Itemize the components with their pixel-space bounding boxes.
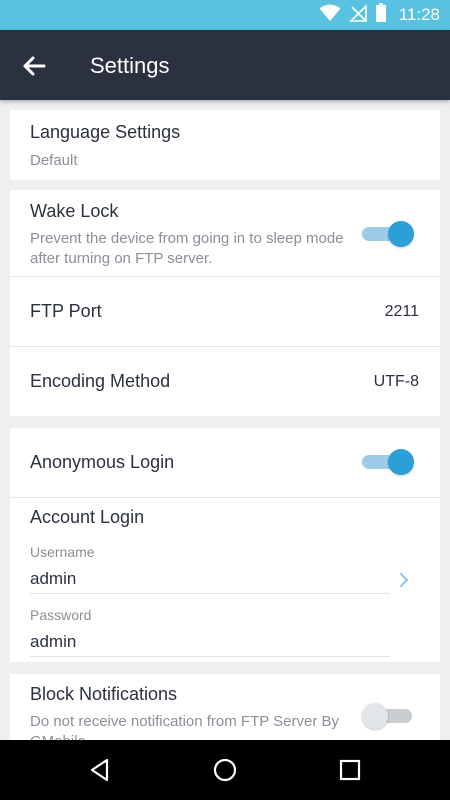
ftp-port-row[interactable]: FTP Port 2211 bbox=[10, 277, 440, 346]
language-settings-value: Default bbox=[30, 152, 78, 169]
block-notifications-description: Do not receive notification from FTP Ser… bbox=[30, 713, 340, 740]
language-settings-title: Language Settings bbox=[30, 122, 181, 142]
status-bar: 11:28 bbox=[0, 0, 450, 30]
square-recent-icon bbox=[339, 759, 361, 781]
username-input[interactable] bbox=[30, 564, 390, 594]
username-label: Username bbox=[30, 544, 95, 560]
anonymous-login-toggle[interactable] bbox=[362, 448, 418, 476]
triangle-back-icon bbox=[90, 758, 109, 782]
wifi-icon bbox=[319, 4, 341, 27]
block-notifications-card[interactable]: Block Notifications Do not receive notif… bbox=[10, 674, 440, 740]
nav-home-button[interactable] bbox=[210, 755, 240, 785]
account-login-title: Account Login bbox=[30, 507, 145, 527]
page-title: Settings bbox=[90, 53, 170, 78]
toggle-thumb bbox=[362, 703, 388, 729]
password-input[interactable] bbox=[30, 627, 390, 657]
status-icons: 11:28 bbox=[319, 0, 440, 30]
ftp-port-value: 2211 bbox=[384, 303, 419, 320]
divider bbox=[10, 497, 440, 498]
login-card: Anonymous Login Account Login Username P… bbox=[10, 428, 440, 662]
ftp-port-title: FTP Port bbox=[30, 301, 102, 321]
toggle-thumb bbox=[388, 449, 414, 475]
language-settings-card[interactable]: Language Settings Default bbox=[10, 110, 440, 180]
wake-lock-row[interactable]: Wake Lock Prevent the device from going … bbox=[10, 190, 440, 276]
chevron-right-icon[interactable] bbox=[396, 570, 412, 590]
arrow-left-icon bbox=[23, 56, 46, 76]
toggle-thumb bbox=[388, 221, 414, 247]
no-signal-icon bbox=[348, 3, 367, 27]
wake-lock-title: Wake Lock bbox=[30, 201, 119, 221]
status-time: 11:28 bbox=[398, 5, 440, 24]
server-settings-card: Wake Lock Prevent the device from going … bbox=[10, 190, 440, 416]
settings-list[interactable]: Language Settings Default Wake Lock Prev… bbox=[0, 100, 450, 740]
encoding-value: UTF-8 bbox=[373, 373, 419, 390]
encoding-title: Encoding Method bbox=[30, 371, 171, 391]
password-label: Password bbox=[30, 607, 92, 623]
nav-back-button[interactable] bbox=[85, 755, 115, 785]
anonymous-login-row[interactable]: Anonymous Login bbox=[10, 428, 440, 497]
back-button[interactable] bbox=[18, 50, 50, 82]
anonymous-login-title: Anonymous Login bbox=[30, 452, 175, 472]
block-notifications-toggle[interactable] bbox=[362, 702, 418, 730]
battery-icon bbox=[375, 2, 387, 28]
wake-lock-toggle[interactable] bbox=[362, 220, 418, 248]
wake-lock-description: Prevent the device from going in to slee… bbox=[30, 230, 344, 267]
nav-recent-button[interactable] bbox=[335, 755, 365, 785]
encoding-row[interactable]: Encoding Method UTF-8 bbox=[10, 347, 440, 416]
block-notifications-title: Block Notifications bbox=[30, 684, 178, 704]
system-nav-bar bbox=[0, 740, 450, 800]
circle-home-icon bbox=[213, 758, 237, 782]
app-bar: Settings bbox=[0, 30, 450, 100]
